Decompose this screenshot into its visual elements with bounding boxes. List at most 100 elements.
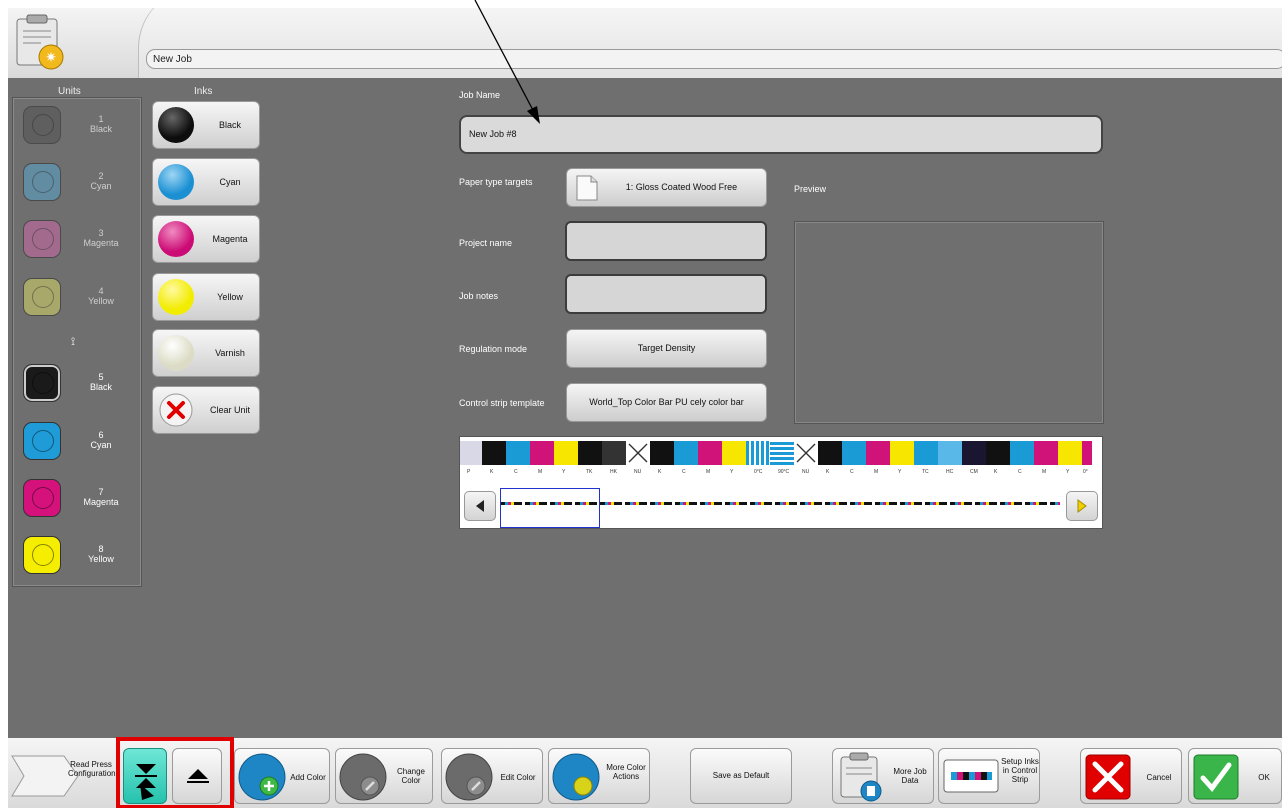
add-color-button[interactable]: Add Color xyxy=(234,748,330,804)
patch xyxy=(1058,441,1082,465)
more-color-actions-icon xyxy=(552,753,600,801)
unit-label: Cyan xyxy=(90,440,112,450)
patch-label: TK xyxy=(586,469,593,475)
cancel-label: Cancel xyxy=(1146,773,1172,782)
paper-type-button[interactable]: 1: Gloss Coated Wood Free xyxy=(566,168,767,207)
unit-number: 8 xyxy=(98,544,104,554)
unit-label: Yellow xyxy=(88,296,114,306)
ok-check-icon xyxy=(1193,754,1239,800)
svg-text:✷: ✷ xyxy=(45,50,57,66)
more-color-actions-button[interactable]: More Color Actions xyxy=(548,748,650,804)
regulation-mode-button[interactable]: Target Density xyxy=(566,329,767,368)
preview-label: Preview xyxy=(794,184,827,194)
ink-label: Magenta xyxy=(212,234,248,244)
patch-label: Y xyxy=(730,469,734,475)
patch xyxy=(1010,441,1034,465)
patch-label: C xyxy=(514,469,518,475)
unit-swatch-icon xyxy=(23,163,61,201)
patch-label: 0° xyxy=(1083,469,1088,475)
strip-view-window[interactable] xyxy=(500,488,600,528)
unit-2[interactable]: 2 Cyan xyxy=(18,159,138,207)
ink-ball-icon xyxy=(158,221,194,257)
unit-label: Yellow xyxy=(88,554,114,564)
inks-column-heading: Inks xyxy=(194,86,213,97)
clear-unit-button[interactable]: Clear Unit xyxy=(152,386,260,434)
unit-number: 3 xyxy=(98,228,104,238)
patch-label: K xyxy=(658,469,662,475)
patch-label: P xyxy=(467,469,471,475)
ink-button-black[interactable]: Black xyxy=(152,101,260,149)
unit-number: 1 xyxy=(98,114,104,124)
patch xyxy=(842,441,866,465)
ink-button-varnish[interactable]: Varnish xyxy=(152,329,260,377)
patch xyxy=(1034,441,1058,465)
unit-3[interactable]: 3 Magenta xyxy=(18,216,138,264)
cancel-button[interactable]: Cancel xyxy=(1080,748,1182,804)
ink-button-yellow[interactable]: Yellow xyxy=(152,273,260,321)
job-notes-input[interactable] xyxy=(565,274,767,314)
setup-inks-button[interactable]: Setup Inks in Control Strip xyxy=(938,748,1040,804)
patch xyxy=(890,441,914,465)
patch-label: Y xyxy=(562,469,566,475)
patch xyxy=(650,441,674,465)
unit-6[interactable]: 6 Cyan xyxy=(18,418,138,466)
unit-swatch-icon xyxy=(23,278,61,316)
unit-label: Cyan xyxy=(90,181,112,191)
patch-label: M xyxy=(538,469,543,475)
unit-number: 4 xyxy=(98,286,104,296)
app-window: ✷ New Job Units Inks 1 Black 2 Cyan 3 Magen… xyxy=(8,8,1282,808)
save-as-default-button[interactable]: Save as Default xyxy=(690,748,792,804)
triangle-left-icon xyxy=(476,500,484,512)
ink-ball-icon xyxy=(158,164,194,200)
patch-label: M xyxy=(874,469,879,475)
unit-swatch-icon xyxy=(23,422,61,460)
triangle-right-icon xyxy=(1077,499,1087,513)
read-press-label: Read Press Configuration xyxy=(68,760,116,778)
unit-4[interactable]: 4 Yellow xyxy=(18,274,138,322)
unit-8[interactable]: 8 Yellow xyxy=(18,532,138,580)
job-notes-label: Job notes xyxy=(459,291,499,301)
edit-color-icon xyxy=(445,753,493,801)
unit-number: 5 xyxy=(98,372,104,382)
cancel-x-icon xyxy=(1085,754,1131,800)
unit-7[interactable]: 7 Magenta xyxy=(18,475,138,523)
job-name-input[interactable]: New Job #8 xyxy=(459,115,1103,154)
unit-swatch-icon xyxy=(23,536,61,574)
control-strip-label: Control strip template xyxy=(459,398,545,408)
control-strip-button[interactable]: World_Top Color Bar PU cely color bar xyxy=(566,383,767,422)
read-press-configuration-button[interactable]: Read Press Configuration xyxy=(10,748,116,804)
patch-label: NU xyxy=(802,469,810,475)
unit-5[interactable]: 5 Black xyxy=(18,360,138,408)
patch xyxy=(554,441,578,465)
patch-label: 0°C xyxy=(754,469,763,475)
ink-button-magenta[interactable]: Magenta xyxy=(152,215,260,263)
patch xyxy=(460,441,482,465)
paper-sheet-icon xyxy=(576,175,598,201)
setup-inks-label: Setup Inks in Control Strip xyxy=(1001,757,1039,784)
ink-button-cyan[interactable]: Cyan xyxy=(152,158,260,206)
patch-label: K xyxy=(490,469,494,475)
patch xyxy=(986,441,1010,465)
patch-label: M xyxy=(706,469,711,475)
add-color-icon xyxy=(238,753,286,801)
change-color-button[interactable]: Change Color xyxy=(335,748,433,804)
ink-label: Yellow xyxy=(217,292,243,302)
unit-label: Magenta xyxy=(83,497,119,507)
ink-label: Clear Unit xyxy=(209,405,250,415)
unit-swatch-icon xyxy=(23,479,61,517)
unit-number: 7 xyxy=(98,487,104,497)
header-bar: ✷ New Job xyxy=(8,8,1282,78)
patch-label: C xyxy=(682,469,686,475)
job-title-field[interactable]: New Job xyxy=(146,49,1282,69)
strip-scroll-left-button[interactable] xyxy=(464,491,496,521)
edit-color-button[interactable]: Edit Color xyxy=(441,748,543,804)
patch-label: M xyxy=(1042,469,1047,475)
regulation-mode-label: Regulation mode xyxy=(459,344,528,354)
more-job-data-button[interactable]: More Job Data xyxy=(832,748,934,804)
patch-label: 90°C xyxy=(778,469,790,475)
strip-scroll-right-button[interactable] xyxy=(1066,491,1098,521)
unit-1[interactable]: 1 Black xyxy=(18,102,138,150)
ok-button[interactable]: OK xyxy=(1188,748,1282,804)
patch-label: K xyxy=(994,469,998,475)
project-name-input[interactable] xyxy=(565,221,767,261)
